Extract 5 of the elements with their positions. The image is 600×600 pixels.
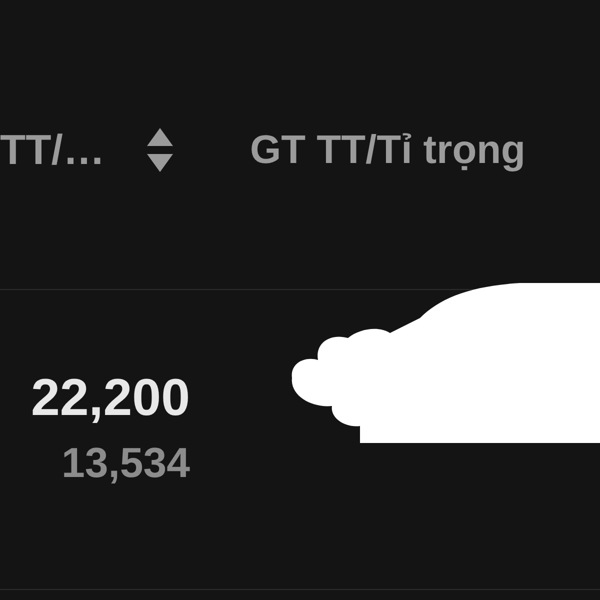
sort-icon[interactable] <box>144 126 175 174</box>
cell-value: 22,200 <box>30 372 190 424</box>
cell-subvalue: 13,534 <box>62 442 190 484</box>
column-header[interactable]: GT TT/Tỉ trọng <box>250 120 526 180</box>
column-header[interactable]: TT/… <box>0 118 105 181</box>
